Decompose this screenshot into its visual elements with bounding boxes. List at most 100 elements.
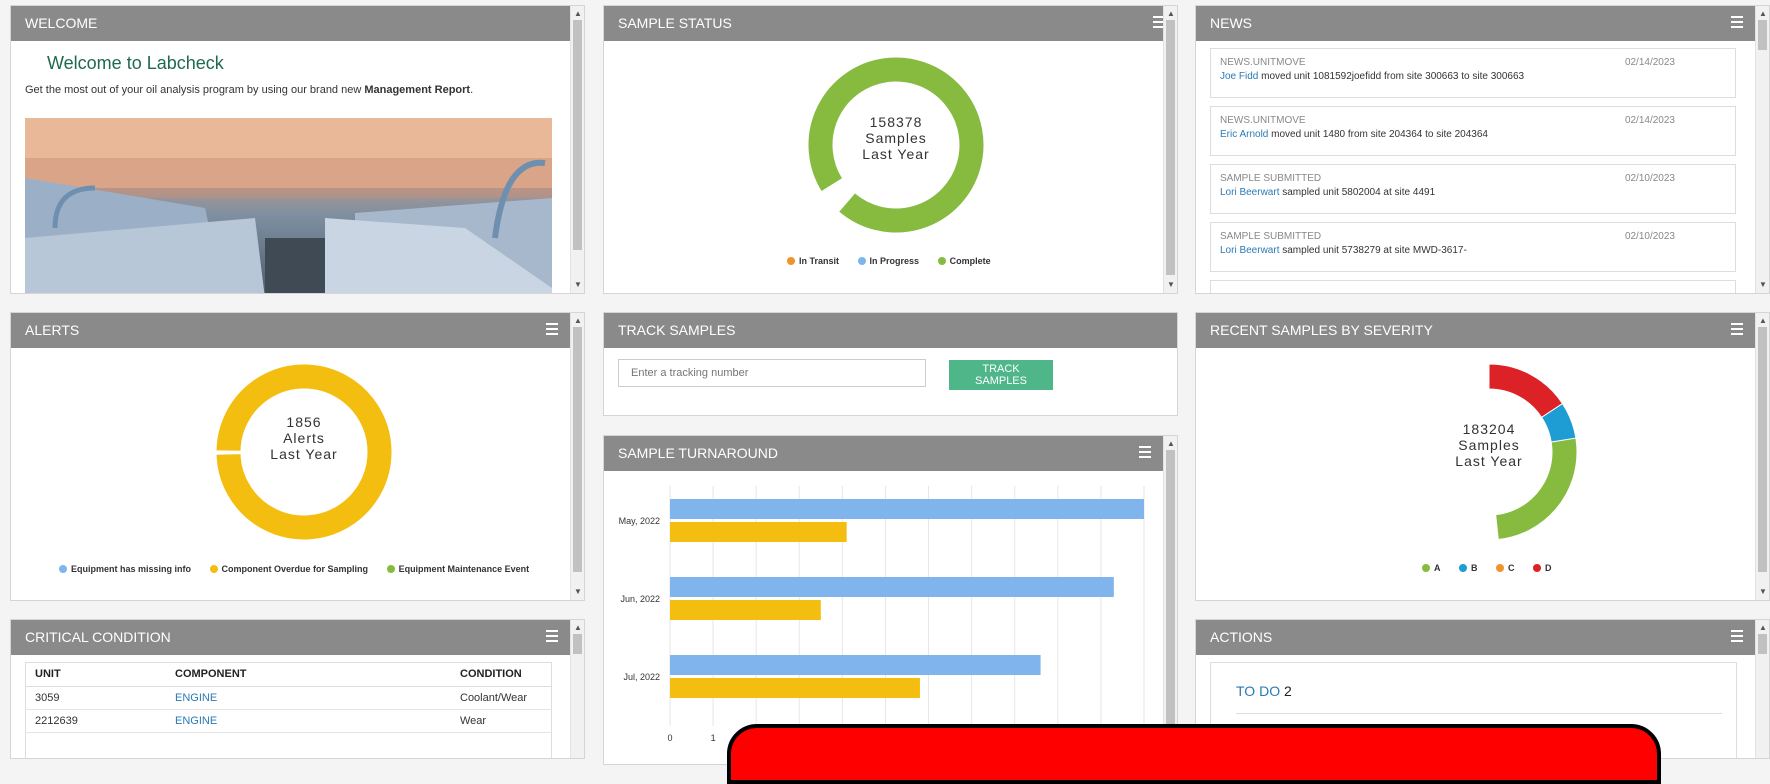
- severity-panel: RECENT SAMPLES BY SEVERITY 183204 Sample…: [1195, 312, 1770, 601]
- condition-cell: Wear: [450, 709, 552, 733]
- critical-scrollbar[interactable]: ▲: [570, 620, 584, 758]
- column-condition[interactable]: CONDITION: [450, 662, 552, 687]
- welcome-title: Welcome to Labcheck: [47, 53, 224, 73]
- scroll-up-icon[interactable]: ▲: [1164, 438, 1177, 450]
- scroll-down-icon[interactable]: ▼: [1756, 586, 1769, 598]
- actions-header: ACTIONS: [1196, 620, 1769, 655]
- bar[interactable]: [670, 600, 821, 620]
- table-row[interactable]: 3059 ENGINE Coolant/Wear: [25, 686, 552, 710]
- user-link[interactable]: Lori Beerwart: [1220, 245, 1279, 256]
- scroll-up-icon[interactable]: ▲: [571, 622, 584, 634]
- scroll-up-icon[interactable]: ▲: [1164, 8, 1177, 20]
- news-item: SAMPLE SUBMITTED 02/10/2023 Lori Beerwar…: [1210, 164, 1736, 214]
- bar[interactable]: [670, 522, 847, 542]
- sample-status-scrollbar[interactable]: ▲ ▼: [1163, 6, 1177, 293]
- scroll-down-icon[interactable]: ▼: [1164, 279, 1177, 291]
- welcome-header: WELCOME: [11, 6, 584, 41]
- welcome-scrollbar[interactable]: ▲ ▼: [570, 6, 584, 293]
- critical-condition-header: CRITICAL CONDITION: [11, 620, 584, 655]
- scroll-up-icon[interactable]: ▲: [1756, 315, 1769, 327]
- news-scrollbar[interactable]: ▲ ▼: [1755, 6, 1769, 293]
- user-link[interactable]: Lori Beerwart: [1220, 187, 1279, 198]
- news-item: NEWS.UNITMOVE 02/14/2023 Eric Arnold mov…: [1210, 106, 1736, 156]
- scroll-down-icon[interactable]: ▼: [571, 279, 584, 291]
- sample-status-panel: SAMPLE STATUS 158378 Samples Last Year I…: [603, 5, 1178, 294]
- scroll-up-icon[interactable]: ▲: [571, 315, 584, 327]
- bar[interactable]: [670, 655, 1041, 675]
- table-header-row: UNIT COMPONENT CONDITION: [25, 662, 552, 687]
- news-item: NEWS.UNITMOVE 02/14/2023 Joe Fidd moved …: [1210, 48, 1736, 98]
- legend-in-progress[interactable]: In Progress: [857, 256, 919, 266]
- table-row[interactable]: 2212639 ENGINE Wear: [25, 709, 552, 733]
- news-item: [1210, 280, 1736, 293]
- column-unit[interactable]: UNIT: [25, 662, 165, 687]
- unit-cell: 2212639: [25, 709, 165, 733]
- condition-cell: Coolant/Wear: [450, 686, 552, 710]
- welcome-text: Get the most out of your oil analysis pr…: [25, 84, 474, 96]
- red-overlay-banner: [727, 724, 1661, 784]
- user-link[interactable]: Eric Arnold: [1220, 129, 1268, 140]
- sample-turnaround-panel: SAMPLE TURNAROUND May, 2022 Jun, 2022 Jul,…: [603, 435, 1178, 765]
- legend-overdue[interactable]: Component Overdue for Sampling: [209, 564, 368, 574]
- news-item: SAMPLE SUBMITTED 02/10/2023 Lori Beerwar…: [1210, 222, 1736, 272]
- panel-menu-icon[interactable]: [1731, 630, 1743, 642]
- category-label: Jun, 2022: [620, 594, 660, 604]
- alerts-panel: ALERTS 1856 Alerts Last Year Equipment h…: [10, 312, 585, 601]
- x-tick-label: 1: [711, 733, 716, 743]
- turnaround-bar-chart: May, 2022 Jun, 2022 Jul, 2022 0 1: [619, 486, 1145, 743]
- panel-menu-icon[interactable]: [1139, 446, 1151, 458]
- alerts-legend: Equipment has missing info Component Ove…: [51, 564, 537, 574]
- management-report-link[interactable]: Management Report: [364, 84, 470, 96]
- bar[interactable]: [670, 577, 1114, 597]
- news-panel: NEWS NEWS.UNITMOVE 02/14/2023 Joe Fidd m…: [1195, 5, 1770, 294]
- legend-in-transit[interactable]: In Transit: [787, 256, 839, 266]
- legend-maintenance[interactable]: Equipment Maintenance Event: [386, 564, 529, 574]
- track-samples-panel: TRACK SAMPLES TRACK SAMPLES: [603, 312, 1178, 416]
- critical-condition-panel: CRITICAL CONDITION UNIT COMPONENT CONDIT…: [10, 619, 585, 759]
- legend-b[interactable]: B: [1459, 563, 1478, 573]
- user-link[interactable]: Joe Fidd: [1220, 71, 1258, 82]
- todo-count: 2: [1283, 683, 1292, 699]
- category-label: Jul, 2022: [623, 672, 660, 682]
- sample-status-legend: In Transit In Progress Complete: [779, 256, 999, 266]
- legend-c[interactable]: C: [1496, 563, 1515, 573]
- panel-menu-icon[interactable]: [1731, 16, 1743, 28]
- severity-scrollbar[interactable]: ▲ ▼: [1755, 313, 1769, 600]
- component-link[interactable]: ENGINE: [165, 686, 450, 710]
- legend-d[interactable]: D: [1533, 563, 1552, 573]
- legend-a[interactable]: A: [1422, 563, 1441, 573]
- track-samples-button[interactable]: TRACK SAMPLES: [949, 360, 1053, 390]
- scroll-down-icon[interactable]: ▼: [1756, 279, 1769, 291]
- panel-menu-icon[interactable]: [546, 630, 558, 642]
- actions-scrollbar[interactable]: ▲: [1755, 620, 1769, 758]
- severity-legend: A B C D: [1414, 563, 1560, 573]
- track-samples-header: TRACK SAMPLES: [604, 313, 1177, 348]
- severity-center: 183204 Samples Last Year: [1455, 421, 1523, 469]
- unit-cell: 3059: [25, 686, 165, 710]
- bar[interactable]: [670, 499, 1144, 519]
- scroll-up-icon[interactable]: ▲: [571, 8, 584, 20]
- category-label: May, 2022: [619, 516, 660, 526]
- scroll-up-icon[interactable]: ▲: [1756, 8, 1769, 20]
- column-component[interactable]: COMPONENT: [165, 662, 450, 687]
- scroll-down-icon[interactable]: ▼: [571, 586, 584, 598]
- x-tick-label: 0: [667, 733, 672, 743]
- component-link[interactable]: ENGINE: [165, 709, 450, 733]
- donut-slice-d[interactable]: [1488, 363, 1564, 419]
- news-header: NEWS: [1196, 6, 1769, 41]
- pipeline-image: [25, 118, 552, 293]
- legend-complete[interactable]: Complete: [937, 256, 991, 266]
- alerts-scrollbar[interactable]: ▲ ▼: [570, 313, 584, 600]
- alerts-center: 1856 Alerts Last Year: [270, 414, 338, 462]
- bar[interactable]: [670, 678, 920, 698]
- welcome-panel: WELCOME Welcome to Labcheck Get the most…: [10, 5, 585, 294]
- critical-condition-table: UNIT COMPONENT CONDITION 3059 ENGINE Coo…: [25, 662, 552, 733]
- turnaround-scrollbar[interactable]: ▲: [1163, 436, 1177, 764]
- sample-status-center: 158378 Samples Last Year: [862, 114, 930, 162]
- tracking-number-input[interactable]: [618, 359, 926, 387]
- donut-slice-maintenance[interactable]: [215, 450, 242, 453]
- divider: [1236, 713, 1722, 714]
- todo-link[interactable]: TO DO 2: [1236, 683, 1292, 699]
- legend-missing-info[interactable]: Equipment has missing info: [59, 564, 191, 574]
- scroll-up-icon[interactable]: ▲: [1756, 622, 1769, 634]
